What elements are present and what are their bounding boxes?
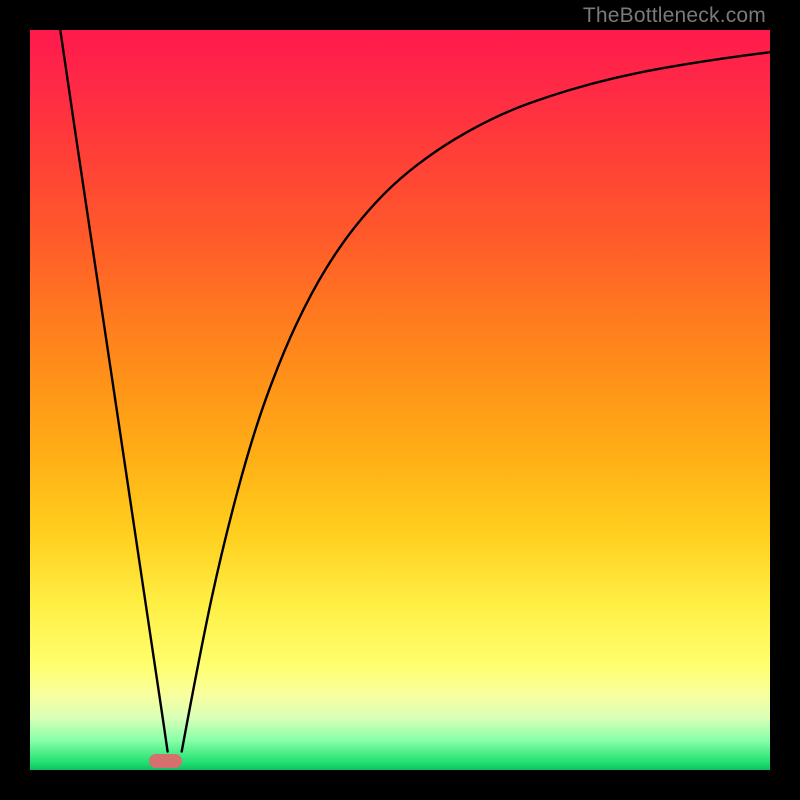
plot-area <box>30 30 770 770</box>
watermark-text: TheBottleneck.com <box>583 4 766 28</box>
curve-left-branch <box>60 30 167 752</box>
bottleneck-curve <box>30 30 770 770</box>
balance-marker <box>149 754 182 768</box>
curve-right-branch <box>182 52 770 751</box>
chart-frame: TheBottleneck.com <box>0 0 800 800</box>
